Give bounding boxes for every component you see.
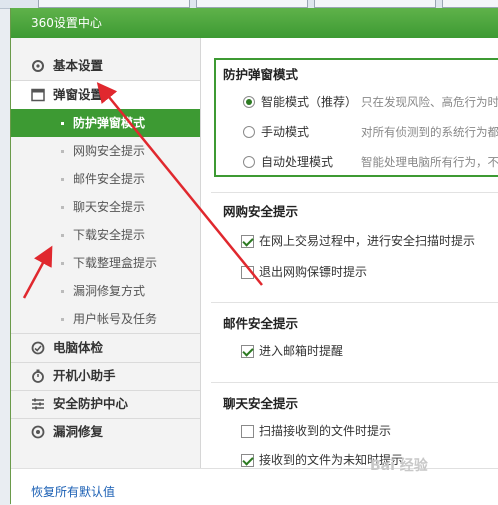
- checkbox-label: 在网上交易过程中，进行安全扫描时提示: [259, 234, 476, 248]
- checkbox[interactable]: [241, 425, 254, 438]
- checkbox[interactable]: [241, 235, 254, 248]
- sidebar-item-mail[interactable]: 邮件安全提示: [11, 165, 200, 193]
- sidebar-category-label: 弹窗设置: [53, 87, 104, 102]
- section-title-chat: 聊天安全提示: [223, 396, 299, 411]
- checkbox[interactable]: [241, 454, 254, 467]
- sidebar-category-vuln-repair[interactable]: 漏洞修复: [11, 418, 200, 446]
- sidebar-item-download[interactable]: 下载安全提示: [11, 221, 200, 249]
- radio-button[interactable]: [243, 126, 255, 138]
- bullet: [61, 262, 64, 265]
- restore-defaults-link[interactable]: 恢复所有默认值: [31, 483, 115, 500]
- sidebar: 基本设置 弹窗设置 防护弹窗模式 网购安全提示 邮件安全提示 聊天安全提示 下载…: [11, 38, 201, 468]
- bullet: [61, 178, 64, 181]
- option-description: 智能处理电脑所有行为，不弹: [361, 155, 498, 169]
- section-divider: [211, 192, 498, 193]
- bullet: [61, 290, 64, 293]
- sidebar-category-checkup[interactable]: 电脑体检: [11, 334, 200, 362]
- checkup-icon: [31, 341, 45, 355]
- section-title-mail: 邮件安全提示: [223, 316, 299, 331]
- sidebar-category-label: 安全防护中心: [53, 396, 129, 411]
- option-description: 对所有侦测到的系统行为都弹: [361, 125, 498, 139]
- sliders-icon: [32, 398, 44, 410]
- browser-tab[interactable]: [196, 0, 308, 8]
- sidebar-item-shopping[interactable]: 网购安全提示: [11, 137, 200, 165]
- sidebar-item-label: 用户帐号及任务: [73, 312, 158, 326]
- window-title: 360设置中心: [31, 16, 102, 30]
- stopwatch-icon: [32, 369, 44, 383]
- sidebar-item-download-box[interactable]: 下载整理盒提示: [11, 249, 200, 277]
- section-title-popup-mode: 防护弹窗模式: [223, 67, 299, 82]
- browser-tab[interactable]: [38, 0, 190, 8]
- radio-button[interactable]: [243, 96, 255, 108]
- section-divider: [211, 382, 498, 383]
- sidebar-category-label: 漏洞修复: [53, 424, 104, 439]
- sidebar-item-label: 网购安全提示: [73, 144, 146, 158]
- sidebar-category-startup[interactable]: 开机小助手: [11, 362, 200, 390]
- sidebar-category-label: 开机小助手: [53, 368, 116, 383]
- browser-tab[interactable]: [314, 0, 436, 8]
- sidebar-category-security-center[interactable]: 安全防护中心: [11, 390, 200, 418]
- checkbox-label: 进入邮箱时提醒: [259, 344, 344, 358]
- bullet: [61, 318, 64, 321]
- sidebar-category-basic[interactable]: 基本设置: [11, 52, 200, 80]
- sidebar-item-label: 邮件安全提示: [73, 172, 146, 186]
- settings-window: 360设置中心 基本设置 弹窗设置 防护弹窗模式 网购安全提示 邮件安全提示 聊…: [10, 8, 498, 505]
- sidebar-item-user-account[interactable]: 用户帐号及任务: [11, 305, 200, 333]
- option-label: 手动模式: [261, 125, 310, 139]
- radio-button[interactable]: [243, 156, 255, 168]
- sidebar-item-label: 下载整理盒提示: [73, 256, 158, 270]
- bullet: [61, 206, 64, 209]
- window-icon: [31, 88, 45, 102]
- option-label: 自动处理模式: [261, 155, 334, 169]
- title-bar: 360设置中心: [11, 8, 498, 38]
- sidebar-item-vuln-repair-mode[interactable]: 漏洞修复方式: [11, 277, 200, 305]
- sidebar-category-label: 基本设置: [53, 58, 104, 73]
- watermark: Bai 经验: [370, 458, 428, 474]
- browser-tab[interactable]: [442, 0, 498, 8]
- option-description: 只在发现风险、高危行为时于: [361, 95, 498, 109]
- sidebar-item-label: 下载安全提示: [73, 228, 146, 242]
- bullet: [61, 234, 64, 237]
- sidebar-category-label: 电脑体检: [53, 340, 104, 355]
- section-divider: [211, 302, 498, 303]
- shield-icon: [31, 425, 45, 439]
- settings-content: 防护弹窗模式 智能模式（推荐） 只在发现风险、高危行为时于 手动模式 对所有侦测…: [201, 38, 498, 468]
- gear-icon: [32, 60, 44, 72]
- bullet: [61, 122, 64, 125]
- bullet: [61, 150, 64, 153]
- sidebar-item-chat[interactable]: 聊天安全提示: [11, 193, 200, 221]
- checkbox-label: 扫描接收到的文件时提示: [259, 424, 392, 438]
- sidebar-category-popup[interactable]: 弹窗设置: [11, 81, 200, 109]
- section-title-shopping: 网购安全提示: [223, 204, 299, 219]
- checkbox[interactable]: [241, 345, 254, 358]
- sidebar-item-label: 漏洞修复方式: [73, 284, 146, 298]
- checkbox[interactable]: [241, 266, 254, 279]
- sidebar-item-label: 聊天安全提示: [73, 200, 146, 214]
- sidebar-item-popup-mode[interactable]: 防护弹窗模式: [11, 109, 200, 137]
- sidebar-item-label: 防护弹窗模式: [73, 116, 146, 130]
- checkbox-label: 退出网购保镖时提示: [259, 265, 368, 279]
- option-label: 智能模式（推荐）: [261, 95, 358, 109]
